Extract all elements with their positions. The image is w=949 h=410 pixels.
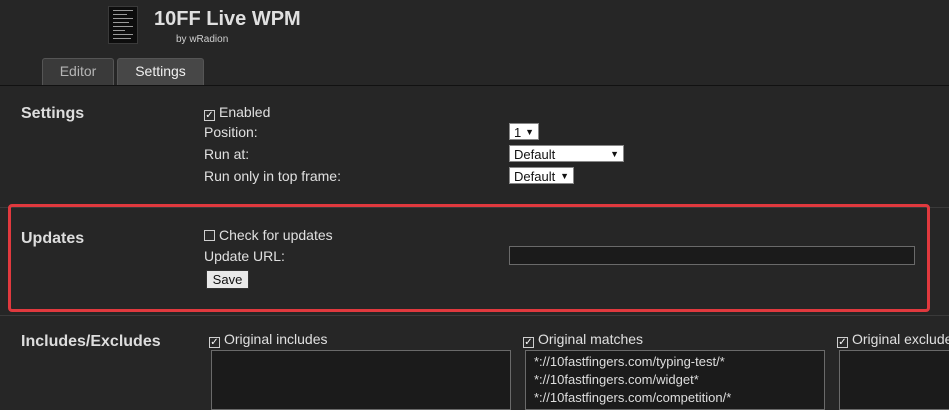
original-excludes-checkbox[interactable]: ✓	[837, 337, 848, 348]
enabled-label: Enabled	[219, 104, 271, 120]
enabled-checkbox[interactable]: ✓	[204, 110, 215, 121]
run-at-label: Run at:	[204, 146, 250, 162]
tab-editor[interactable]: Editor	[42, 58, 114, 85]
original-excludes-list[interactable]	[839, 350, 949, 410]
run-at-value: Default	[514, 147, 556, 162]
original-excludes-row[interactable]: ✓ Original exclude	[837, 331, 949, 348]
settings-heading: Settings	[21, 105, 85, 122]
script-icon	[108, 6, 138, 44]
script-title: 10FF Live WPM	[154, 8, 301, 30]
highlight-box	[8, 204, 930, 312]
run-at-select[interactable]: Default ▼	[509, 145, 624, 162]
settings-section: Settings	[0, 85, 949, 205]
chevron-down-icon: ▼	[525, 127, 534, 137]
original-includes-list[interactable]	[211, 350, 511, 410]
top-frame-value: Default	[514, 169, 556, 184]
app-header: 10FF Live WPM by wRadion Editor Settings	[0, 0, 949, 86]
chevron-down-icon: ▼	[560, 171, 569, 181]
original-matches-label: Original matches	[538, 331, 644, 347]
original-matches-checkbox[interactable]: ✓	[523, 337, 534, 348]
original-includes-row[interactable]: ✓ Original includes	[209, 331, 328, 348]
list-item: *://10fastfingers.com/widget*	[534, 372, 699, 387]
enabled-row[interactable]: ✓ Enabled	[204, 104, 270, 121]
position-value: 1	[514, 125, 522, 140]
position-select[interactable]: 1 ▼	[509, 123, 539, 140]
includes-heading: Includes/Excludes	[21, 333, 161, 350]
script-author: by wRadion	[176, 34, 229, 45]
chevron-down-icon: ▼	[610, 149, 619, 159]
list-item: *://10fastfingers.com/typing-test/*	[534, 354, 725, 369]
original-excludes-label: Original exclude	[852, 331, 949, 347]
list-item: *://10fastfingers.com/competition/*	[534, 390, 732, 405]
original-includes-checkbox[interactable]: ✓	[209, 337, 220, 348]
tab-settings[interactable]: Settings	[117, 58, 204, 85]
position-label: Position:	[204, 124, 258, 140]
top-frame-select[interactable]: Default ▼	[509, 167, 574, 184]
top-frame-label: Run only in top frame:	[204, 168, 341, 184]
original-matches-row[interactable]: ✓ Original matches	[523, 331, 643, 348]
original-matches-list[interactable]: *://10fastfingers.com/typing-test/* *://…	[525, 350, 825, 410]
original-includes-label: Original includes	[224, 331, 328, 347]
